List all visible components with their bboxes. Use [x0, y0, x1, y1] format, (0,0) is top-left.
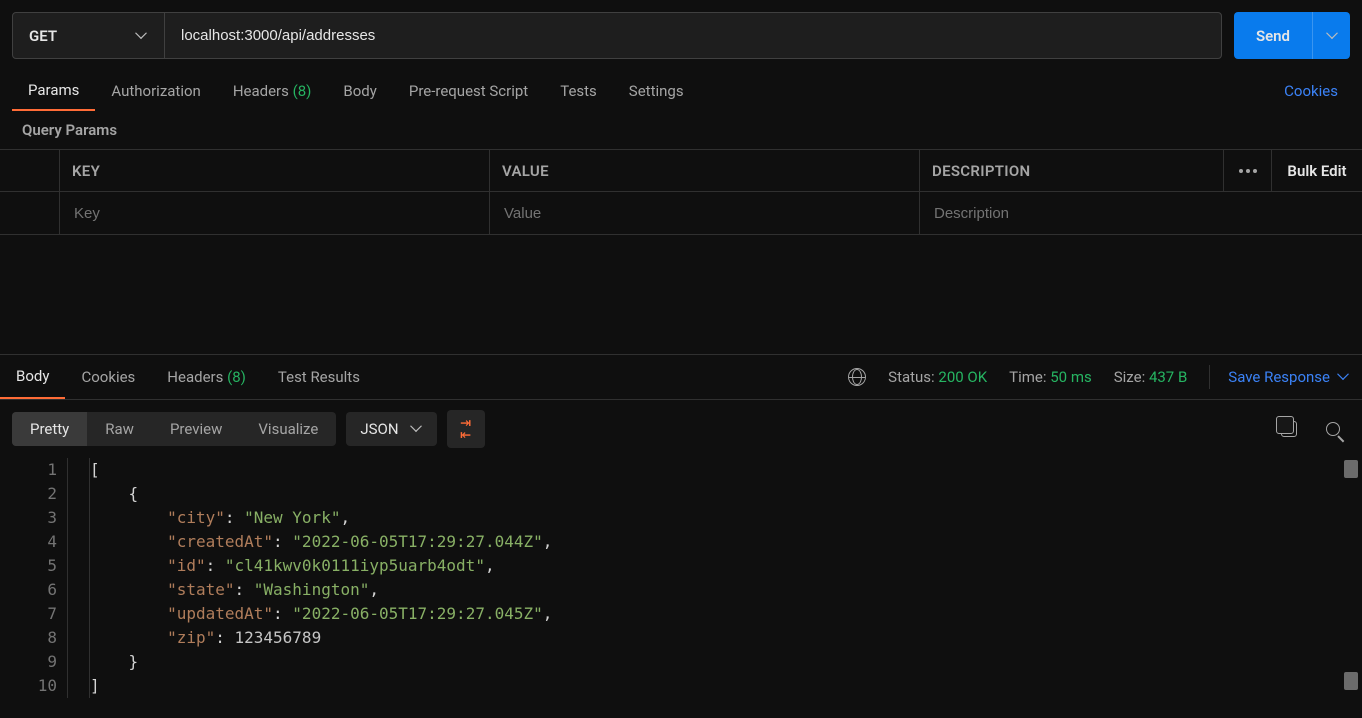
tab-label: Headers: [233, 82, 289, 100]
param-value-input[interactable]: [502, 204, 907, 223]
tab-label: Settings: [629, 82, 684, 100]
wrap-lines-button[interactable]: ⇥⇤: [447, 410, 485, 448]
param-key-input[interactable]: [72, 204, 477, 223]
method-url-group: GET: [12, 12, 1222, 59]
bulk-edit-button[interactable]: Bulk Edit: [1272, 150, 1362, 191]
search-response-button[interactable]: [1316, 412, 1350, 446]
param-desc-input[interactable]: [932, 204, 1350, 223]
query-params-heading: Query Params: [0, 111, 1362, 149]
save-response-button[interactable]: Save Response: [1228, 368, 1350, 386]
line-numbers: 12345678910: [0, 458, 68, 698]
http-method-label: GET: [29, 27, 57, 45]
resp-tab-cookies[interactable]: Cookies: [65, 356, 151, 398]
chevron-down-icon: [1326, 27, 1338, 39]
columns-more-button[interactable]: [1224, 150, 1272, 191]
tab-body[interactable]: Body: [327, 72, 392, 110]
time-value: 50 ms: [1050, 368, 1091, 386]
wrap-icon: ⇥⇤: [460, 417, 471, 441]
http-method-select[interactable]: GET: [13, 13, 165, 58]
view-preview[interactable]: Preview: [152, 412, 240, 446]
status-value: 200 OK: [938, 368, 987, 386]
resp-tab-body[interactable]: Body: [0, 355, 65, 399]
tab-count: (8): [227, 368, 246, 386]
size-text: Size: 437 B: [1114, 368, 1188, 386]
chevron-down-icon: [135, 27, 147, 39]
response-section: Body Cookies Headers (8) Test Results St…: [0, 354, 1362, 718]
tab-label: Headers: [167, 368, 223, 386]
tab-label: Params: [28, 81, 79, 99]
tab-tests[interactable]: Tests: [544, 72, 613, 110]
search-icon: [1326, 422, 1340, 436]
tab-count: (8): [293, 82, 312, 100]
table-row: [0, 192, 1362, 234]
link-label: Cookies: [1284, 82, 1338, 100]
tab-label: Body: [343, 82, 376, 100]
response-code-view[interactable]: 12345678910 [ { "city": "New York", "cre…: [0, 458, 1362, 718]
send-button-label: Send: [1234, 12, 1312, 59]
button-label: Save Response: [1228, 368, 1330, 386]
view-visualize[interactable]: Visualize: [240, 412, 336, 446]
copy-response-button[interactable]: [1272, 412, 1306, 446]
chevron-down-icon: [410, 420, 422, 432]
tab-prerequest[interactable]: Pre-request Script: [393, 72, 544, 110]
send-options-caret[interactable]: [1312, 12, 1350, 59]
chevron-down-icon: [1337, 368, 1349, 380]
response-tabs: Body Cookies Headers (8) Test Results St…: [0, 355, 1362, 400]
view-pretty[interactable]: Pretty: [12, 412, 87, 446]
tab-headers[interactable]: Headers (8): [217, 72, 328, 110]
time-text: Time: 50 ms: [1009, 368, 1092, 386]
status-text: Status: 200 OK: [888, 368, 987, 386]
scrollbar-thumb[interactable]: [1344, 672, 1358, 690]
copy-icon: [1281, 421, 1297, 437]
format-select[interactable]: JSON: [346, 412, 436, 446]
scrollbar-thumb[interactable]: [1344, 460, 1358, 478]
button-label: Bulk Edit: [1287, 162, 1346, 180]
dots-icon: [1239, 169, 1257, 173]
resp-tab-headers[interactable]: Headers (8): [151, 356, 262, 398]
table-header-row: KEY VALUE DESCRIPTION Bulk Edit: [0, 150, 1362, 192]
query-params-table: KEY VALUE DESCRIPTION Bulk Edit: [0, 149, 1362, 235]
tab-label: Body: [16, 367, 49, 385]
resp-tab-test-results[interactable]: Test Results: [262, 356, 376, 398]
globe-icon[interactable]: [848, 368, 866, 386]
response-view-segmented: Pretty Raw Preview Visualize: [12, 412, 336, 446]
json-body: [ { "city": "New York", "createdAt": "20…: [90, 458, 552, 698]
cookies-link[interactable]: Cookies: [1272, 72, 1350, 110]
url-input[interactable]: [165, 13, 1221, 58]
tab-authorization[interactable]: Authorization: [95, 72, 216, 110]
tab-label: Pre-request Script: [409, 82, 528, 100]
size-value: 437 B: [1149, 368, 1187, 386]
col-key: KEY: [60, 150, 490, 191]
col-description: DESCRIPTION: [920, 150, 1224, 191]
format-label: JSON: [360, 420, 398, 438]
view-raw[interactable]: Raw: [87, 412, 152, 446]
tab-label: Cookies: [81, 368, 135, 386]
response-status-block: Status: 200 OK Time: 50 ms Size: 437 B: [830, 365, 1228, 389]
tab-params[interactable]: Params: [12, 71, 95, 111]
send-button[interactable]: Send: [1234, 12, 1350, 59]
tab-label: Test Results: [278, 368, 360, 386]
request-bar: GET Send: [0, 0, 1362, 71]
tab-label: Tests: [560, 82, 597, 100]
tab-label: Authorization: [111, 82, 200, 100]
col-value: VALUE: [490, 150, 920, 191]
response-toolbar: Pretty Raw Preview Visualize JSON ⇥⇤: [0, 400, 1362, 458]
request-tabs: Params Authorization Headers (8) Body Pr…: [0, 71, 1362, 111]
tab-settings[interactable]: Settings: [613, 72, 700, 110]
